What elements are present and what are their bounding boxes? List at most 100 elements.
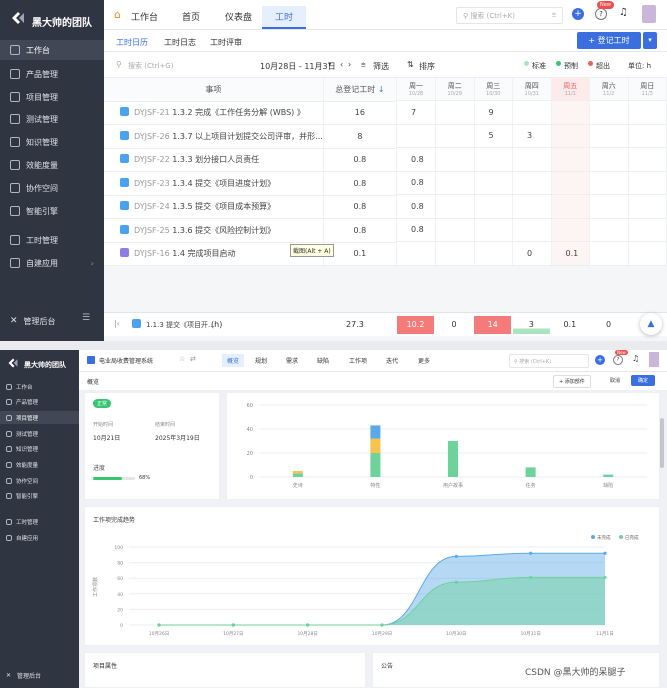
day-cell[interactable] (474, 148, 513, 172)
bar-segment[interactable] (370, 425, 381, 439)
filter-icon[interactable]: ⩧ (361, 60, 366, 70)
table-row[interactable]: DYJSF-23 1.3.4 提交《项目进度计划》 0.8 0.8 (104, 171, 667, 196)
sidebar-item-5[interactable]: 效能度量 (0, 155, 104, 175)
day-cell[interactable] (628, 242, 667, 266)
data-point[interactable] (603, 551, 607, 555)
day-cell[interactable] (628, 195, 667, 219)
day-cell[interactable]: 0.8 (397, 218, 436, 242)
day-cell[interactable]: 3 (512, 124, 552, 148)
sidebar-item-9[interactable]: 自建应用 › (0, 253, 104, 273)
day-cell[interactable] (512, 171, 552, 195)
day-cell[interactable]: 9 (474, 101, 513, 125)
prev-icon[interactable]: ‹ (340, 60, 343, 69)
sidebar-item-6[interactable]: 协作空间 (0, 178, 104, 198)
home-icon[interactable]: ⌂ (114, 8, 121, 21)
day-cell[interactable] (397, 242, 436, 266)
task-cell[interactable]: DYJSF-24 1.3.5 提交《项目成本预算》 (104, 195, 324, 219)
data-point[interactable] (231, 623, 235, 627)
day-cell[interactable] (589, 148, 629, 172)
day-cell[interactable] (628, 101, 667, 125)
sidebar-item-0[interactable]: 工作台 (0, 380, 79, 393)
cancel-button[interactable]: 取消 (610, 377, 620, 384)
tab-2[interactable]: 需求 (286, 356, 298, 365)
day-cell[interactable] (435, 101, 475, 125)
table-row[interactable]: DYJSF-24 1.3.5 提交《项目成本预算》 0.8 0.8 (104, 195, 667, 219)
day-cell[interactable] (551, 148, 590, 172)
day-cell[interactable] (397, 124, 436, 148)
bell-icon[interactable]: ♫ (632, 354, 639, 363)
day-cell[interactable] (512, 148, 552, 172)
bar-segment[interactable] (603, 474, 614, 477)
table-row[interactable]: DYJSF-26 1.3.7 以上项目计划提交公司评审，并形... 8 5 3 (104, 124, 667, 149)
day-cell[interactable] (628, 171, 667, 195)
bar-segment[interactable] (525, 467, 536, 477)
data-point[interactable] (603, 575, 607, 580)
avatar[interactable] (649, 352, 659, 367)
bar-segment[interactable] (292, 473, 303, 477)
bell-icon[interactable]: ♫ (619, 7, 628, 18)
help-icon[interactable]: ? (613, 355, 623, 365)
day-cell[interactable] (512, 218, 552, 242)
tab-0[interactable]: 概览 (222, 354, 245, 367)
bar-segment[interactable] (448, 441, 458, 477)
sidebar-item-4[interactable]: 知识管理 (0, 132, 104, 152)
sidebar-item-1[interactable]: 产品管理 (0, 64, 104, 84)
data-point[interactable] (454, 554, 458, 558)
day-cell[interactable] (435, 148, 475, 172)
register-dropdown[interactable]: ▾ (643, 32, 657, 49)
day-cell[interactable] (435, 195, 475, 219)
tab-6[interactable]: 更多 (418, 356, 430, 365)
sidebar-item-9[interactable]: 自建应用 (0, 531, 79, 544)
day-cell[interactable]: 0.8 (397, 195, 436, 219)
day-cell[interactable] (551, 171, 590, 195)
task-cell[interactable]: DYJSF-22 1.3.3 划分接口人员责任 (104, 148, 324, 172)
scrollbar[interactable] (660, 418, 664, 468)
day-cell[interactable]: 0.8 (397, 148, 436, 172)
tab-1[interactable]: 规划 (255, 356, 267, 365)
sidebar-item-1[interactable]: 产品管理 (0, 395, 79, 408)
day-cell[interactable] (474, 171, 513, 195)
day-cell[interactable] (551, 195, 590, 219)
sidebar-item-2[interactable]: 项目管理 (0, 411, 79, 424)
day-cell[interactable] (589, 195, 629, 219)
add-icon[interactable]: + (595, 355, 605, 365)
day-cell[interactable] (551, 101, 590, 125)
data-point[interactable] (306, 623, 310, 627)
sidebar-item-0[interactable]: 工作台 (0, 40, 104, 60)
day-cell[interactable] (589, 101, 629, 125)
tab-home[interactable]: 首页 (182, 10, 200, 23)
sidebar-item-2[interactable]: 项目管理 (0, 87, 104, 107)
day-cell[interactable] (435, 218, 475, 242)
task-cell[interactable]: DYJSF-26 1.3.7 以上项目计划提交公司评审，并形... (104, 124, 324, 149)
assistant-icon[interactable]: ▲ (640, 313, 662, 335)
admin-console-link[interactable]: ✕ 管理后台 (0, 668, 79, 682)
tab-5[interactable]: 迭代 (386, 356, 398, 365)
subtab-log[interactable]: 工时日志 (164, 37, 196, 48)
project-name[interactable]: 电业局收费管理系统 (99, 356, 153, 365)
day-cell[interactable] (551, 218, 590, 242)
add-icon[interactable]: + (572, 8, 584, 20)
tab-4[interactable]: 工作项 (349, 356, 367, 365)
sidebar-item-3[interactable]: 测试管理 (0, 427, 79, 440)
day-cell[interactable]: 0.1 (551, 242, 590, 266)
day-cell[interactable] (512, 101, 552, 125)
data-point[interactable] (529, 575, 533, 580)
day-cell[interactable] (551, 124, 590, 148)
data-point[interactable] (157, 623, 161, 627)
sidebar-item-5[interactable]: 效能度量 (0, 458, 79, 471)
day-cell[interactable] (512, 195, 552, 219)
tab-dashboard[interactable]: 仪表盘 (225, 10, 252, 23)
sidebar-item-8[interactable]: 工时管理 (0, 230, 104, 250)
sort-button[interactable]: 排序 (419, 61, 435, 72)
tab-workbench[interactable]: 工作台 (131, 10, 158, 23)
subtab-review[interactable]: 工时评审 (210, 37, 242, 48)
sidebar-item-3[interactable]: 测试管理 (0, 109, 104, 129)
day-cell[interactable]: 0.8 (397, 171, 436, 195)
table-row[interactable]: DYJSF-25 1.3.6 提交《风险控制计划》 0.8 0.8 (104, 218, 667, 243)
day-cell[interactable] (435, 242, 475, 266)
bar-segment[interactable] (370, 438, 381, 453)
filter-button[interactable]: 筛选 (373, 61, 389, 72)
task-cell[interactable]: DYJSF-25 1.3.6 提交《风险控制计划》 (104, 218, 324, 243)
switch-icon[interactable]: ⇄ (190, 355, 196, 363)
day-cell[interactable]: 5 (474, 124, 513, 148)
